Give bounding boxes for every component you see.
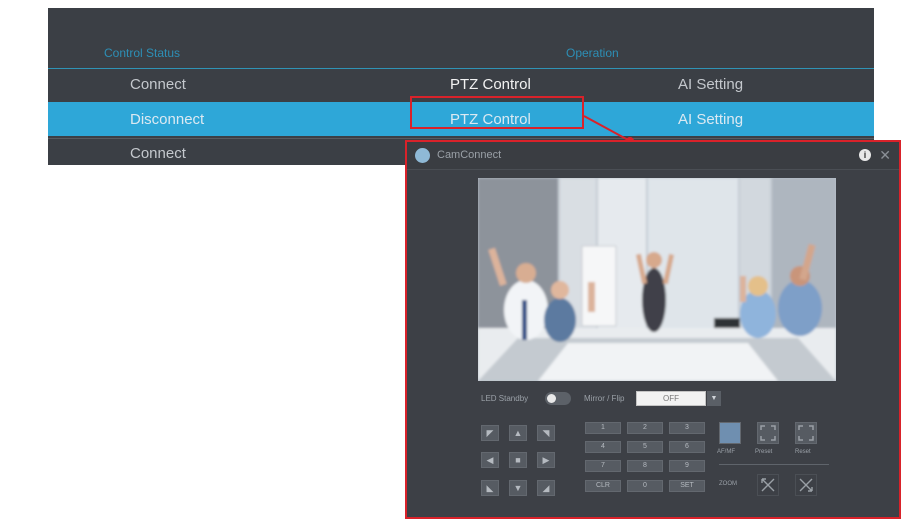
pan-right-button[interactable]: ▶ bbox=[537, 452, 555, 468]
tilt-up-button[interactable]: ▲ bbox=[509, 425, 527, 441]
ai-setting-link[interactable]: AI Setting bbox=[678, 111, 743, 128]
conference-room-photo bbox=[478, 178, 836, 381]
camera-app-icon bbox=[415, 148, 430, 163]
preset-6-button[interactable]: 6 bbox=[669, 441, 705, 453]
preset-3-button[interactable]: 3 bbox=[669, 422, 705, 434]
zoom-out-button[interactable] bbox=[795, 474, 817, 496]
connect-button[interactable]: Connect bbox=[130, 76, 186, 93]
window-titlebar: CamConnect i ✕ bbox=[407, 142, 899, 170]
column-header-status: Control Status bbox=[104, 46, 181, 60]
zoom-in-icon bbox=[761, 478, 775, 492]
preset-8-button[interactable]: 8 bbox=[627, 460, 663, 472]
window-title: CamConnect bbox=[437, 149, 502, 161]
af-mf-button[interactable] bbox=[719, 422, 741, 444]
focus-frame-icon bbox=[760, 425, 776, 441]
callout-highlight-box bbox=[410, 96, 584, 129]
table-header: Control Status Operation bbox=[48, 42, 874, 69]
home-button[interactable]: ■ bbox=[509, 452, 527, 468]
close-icon[interactable]: ✕ bbox=[879, 146, 891, 164]
preset-5-button[interactable]: 5 bbox=[627, 441, 663, 453]
disconnect-button[interactable]: Disconnect bbox=[130, 111, 204, 128]
preset-4-button[interactable]: 4 bbox=[585, 441, 621, 453]
reset-button[interactable] bbox=[795, 422, 817, 444]
preset-mode-button[interactable] bbox=[757, 422, 779, 444]
ptz-control-link[interactable]: PTZ Control bbox=[450, 76, 531, 93]
led-standby-label: LED Standby bbox=[481, 394, 529, 403]
set-button[interactable]: SET bbox=[669, 480, 705, 492]
connect-button[interactable]: Connect bbox=[130, 145, 186, 162]
led-standby-toggle[interactable] bbox=[545, 392, 571, 405]
preset-label: Preset bbox=[755, 449, 773, 455]
mirror-flip-select[interactable]: OFF bbox=[636, 391, 706, 406]
reset-label: Reset bbox=[795, 449, 811, 455]
camera-preview bbox=[478, 178, 836, 381]
pan-up-left-button[interactable]: ◤ bbox=[481, 425, 499, 441]
ai-setting-link[interactable]: AI Setting bbox=[678, 76, 743, 93]
tilt-down-button[interactable]: ▼ bbox=[509, 480, 527, 496]
ptz-control-window: CamConnect i ✕ LED Standby Mirror / Flip… bbox=[405, 140, 901, 519]
divider bbox=[719, 464, 829, 465]
preset-7-button[interactable]: 7 bbox=[585, 460, 621, 472]
zoom-in-button[interactable] bbox=[757, 474, 779, 496]
mirror-flip-label: Mirror / Flip bbox=[584, 394, 625, 403]
pan-down-right-button[interactable]: ◢ bbox=[537, 480, 555, 496]
focus-frame-icon bbox=[798, 425, 814, 441]
zoom-out-icon bbox=[799, 478, 813, 492]
pan-up-right-button[interactable]: ◥ bbox=[537, 425, 555, 441]
preset-2-button[interactable]: 2 bbox=[627, 422, 663, 434]
column-header-operation: Operation bbox=[566, 46, 619, 60]
af-mf-label: AF/MF bbox=[717, 449, 735, 455]
chevron-down-icon[interactable]: ▼ bbox=[707, 391, 721, 406]
info-icon[interactable]: i bbox=[859, 149, 871, 161]
pan-down-left-button[interactable]: ◣ bbox=[481, 480, 499, 496]
preset-1-button[interactable]: 1 bbox=[585, 422, 621, 434]
zoom-label: ZOOM bbox=[719, 481, 737, 487]
clear-button[interactable]: CLR bbox=[585, 480, 621, 492]
preset-9-button[interactable]: 9 bbox=[669, 460, 705, 472]
pan-left-button[interactable]: ◀ bbox=[481, 452, 499, 468]
preset-0-button[interactable]: 0 bbox=[627, 480, 663, 492]
